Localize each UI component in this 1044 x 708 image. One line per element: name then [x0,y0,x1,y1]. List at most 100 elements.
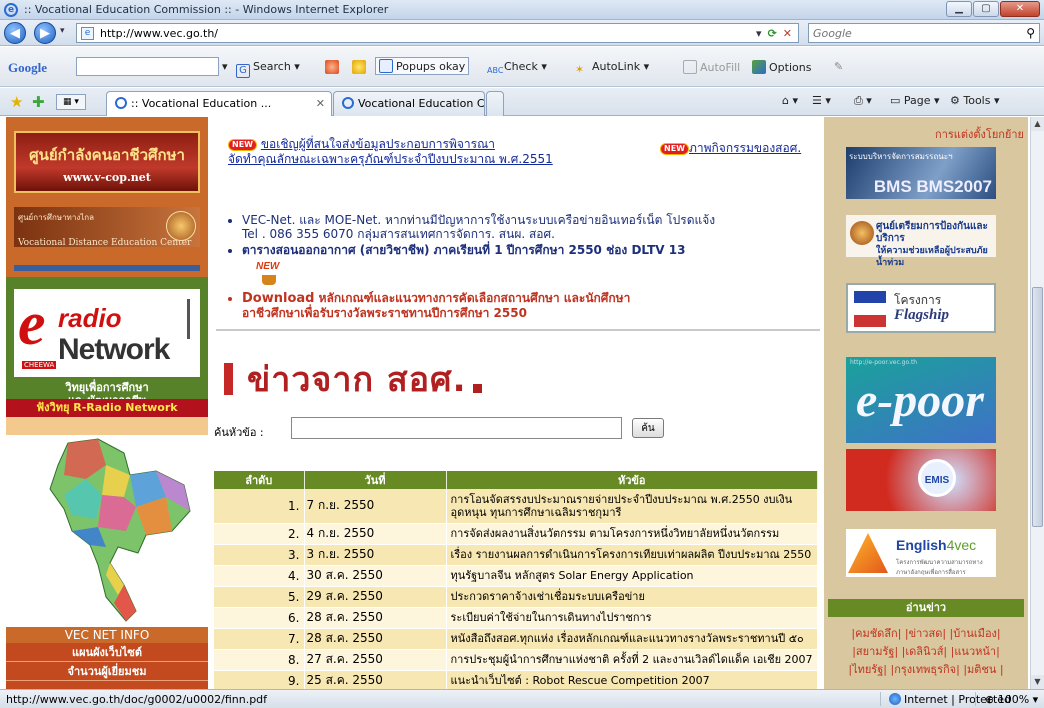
favorites-star-icon[interactable]: ★ [10,93,23,111]
table-row[interactable]: 4. 30 ส.ค. 2550 ทุนรัฐบาลจีน หลักสูตร So… [214,565,818,587]
english4vec-banner[interactable]: English4vec โครงการพัฒนาความสามารถทางภาษ… [846,529,996,577]
activities-link[interactable]: ภาพกิจกรรมของสอศ. [689,141,801,155]
back-button[interactable]: ◀ [4,22,26,44]
list-item: VEC-Net. และ MOE-Net. หากท่านมีปัญหาการใ… [242,213,782,241]
pagerank-icon[interactable] [325,60,342,74]
recent-pages-dropdown-icon[interactable]: ▾ [60,26,65,36]
newspaper-links-row-2[interactable]: |สยามรัฐ| |เดลินิวส์| |แนวหน้า| [824,643,1028,661]
minimize-button[interactable]: ▁ [946,1,972,17]
notice-vecnet: VEC-Net. และ MOE-Net. หากท่านมีปัญหาการใ… [242,213,716,227]
appointments-link[interactable]: การแต่งตั้งโยกย้าย [824,125,1024,143]
new-tab-button[interactable] [486,91,504,116]
options-button[interactable]: Options [752,60,811,74]
emis-banner[interactable]: EMIS [846,449,996,511]
close-button[interactable]: ✕ [1000,1,1040,17]
row-title[interactable]: ทุนรัฐบาลจีน หลักสูตร Solar Energy Appli… [446,565,818,587]
pencil-icon[interactable]: ✎ [834,60,843,73]
google-search-button[interactable]: G Search ▾ [236,60,300,78]
url-input[interactable] [100,26,757,40]
vdec-banner[interactable]: ศูนย์การศึกษาทางไกล Vocational Distance … [14,207,200,248]
vertical-scrollbar[interactable]: ▲ ▼ [1030,117,1044,689]
radio-network-box[interactable]: e radio Network CHEEWA วิทยุเพื่อการศึกษ… [6,277,208,417]
listen-radio-link[interactable]: ฟังวิทยุ R-Radio Network [6,399,208,417]
search-icon[interactable]: ⚲ [1026,26,1035,40]
scroll-up-icon[interactable]: ▲ [1031,117,1044,131]
topic-search-input[interactable] [291,417,622,439]
table-row[interactable]: 1. 7 ก.ย. 2550 การโอนจัดสรรงบประมาณรายจ่… [214,489,818,524]
browser-search-box[interactable]: ⚲ [808,23,1040,43]
announcement-link-2[interactable]: จัดทำคุณลักษณะเฉพาะครุภัณฑ์ประจำปีงบประม… [228,152,553,166]
bookmarks-icon[interactable] [352,60,369,74]
scroll-thumb[interactable] [1032,287,1043,527]
url-field[interactable]: e ▾ ⟳ ✕ [76,23,799,43]
topic-search-button[interactable]: ค้น [632,418,664,438]
row-title[interactable]: หนังสือถึงสอศ.ทุกแห่ง เรื่องหลักเกณฑ์และ… [446,628,818,650]
vdec-subtitle: Vocational Distance Education Center [18,238,192,248]
newspaper-links-row-3[interactable]: |ไทยรัฐ| |กรุงเทพธุรกิจ| |มติชน | [824,661,1028,679]
google-logo[interactable]: Google [8,60,47,76]
row-title[interactable]: การประชุมผู้นำการศึกษาแห่งชาติ ครั้งที่ … [446,649,818,671]
quick-tabs-button[interactable]: ▦ ▾ [56,94,86,110]
bms-banner[interactable]: ระบบบริหารจัดการสมรรถนะฯ BMS BMS2007 [846,147,996,199]
notice-criteria[interactable]: หลักเกณฑ์และแนวทางการคัดเลือกสถานศึกษา แ… [319,291,631,305]
home-icon[interactable]: ⌂ ▾ [782,94,798,107]
notice-award[interactable]: อาชีวศึกษาเพื่อรับรางวัลพระราชทานปีการศึ… [242,306,527,320]
autofill-button[interactable]: AutoFill [683,60,740,74]
tab-vec-1[interactable]: :: Vocational Education ... ✕ [106,91,332,116]
google-dropdown-icon[interactable]: ▾ [222,60,228,73]
english4vec-logo-icon [848,533,888,573]
print-icon[interactable]: ⎙ ▾ [854,94,872,108]
list-item[interactable]: ตารางสอนออกอากาศ (สายวิชาชีพ) ภาคเรียนที… [242,243,782,289]
row-title[interactable]: แนะนำเว็บไซต์ : Robot Rescue Competition… [446,670,818,689]
flagship-banner[interactable]: โครงการ Flagship [846,283,996,333]
vcop-banner[interactable]: ศูนย์กำลังคนอาชีวศึกษา www.v-cop.net [14,131,200,193]
newspaper-links-row-1[interactable]: |คมชัดลึก| |ข่าวสด| |บ้านเมือง| [824,625,1028,643]
announcement-link-1[interactable]: ขอเชิญผู้ที่สนใจส่งข้อมูลประกอบการพิจารณ… [261,137,495,151]
row-title[interactable]: ระเบียบค่าใช้จ่ายในการเดินทางไปราชการ [446,607,818,629]
download-word[interactable]: Download [242,291,314,306]
row-title[interactable]: ประกวดราคาจ้างเช่าเชื่อมระบบเครือข่าย [446,586,818,608]
radio-network-logo[interactable]: e radio Network CHEEWA [14,289,200,377]
feeds-icon[interactable]: ☰ ▾ [812,94,831,107]
table-row[interactable]: 8. 27 ส.ค. 2550 การประชุมผู้นำการศึกษาแห… [214,649,818,671]
row-title[interactable]: การโอนจัดสรรงบประมาณรายจ่ายประจำปีงบประม… [446,489,818,524]
visitor-count-link[interactable]: จำนวนผู้เยี่ยมชม [6,662,208,681]
url-dropdown-icon[interactable]: ▾ [756,27,762,40]
autofill-icon [683,60,697,74]
scroll-down-icon[interactable]: ▼ [1031,675,1044,689]
google-search-input[interactable] [76,57,219,76]
list-item[interactable]: Download หลักเกณฑ์และแนวทางการคัดเลือกสถ… [242,291,782,320]
add-favorite-icon[interactable]: ✚ [32,93,45,111]
zoom-level[interactable]: ⊕ 100% ▾ [985,693,1038,706]
tab-vec-2[interactable]: Vocational Education Com... [333,91,485,116]
row-number: 6. [214,607,305,629]
thailand-map[interactable] [6,435,208,627]
forward-button[interactable]: ▶ [34,22,56,44]
network-word: Network [58,333,170,366]
table-row[interactable]: 3. 3 ก.ย. 2550 เรื่อง รายงานผลการดำเนินก… [214,544,818,566]
close-tab-icon[interactable]: ✕ [316,92,325,115]
spell-check-button[interactable]: ABCCheck ▾ [487,60,547,80]
stop-icon[interactable]: ✕ [783,27,792,40]
table-row[interactable]: 5. 29 ส.ค. 2550 ประกวดราคาจ้างเช่าเชื่อม… [214,586,818,608]
row-title[interactable]: เรื่อง รายงานผลการดำเนินการโครงการเทียบเ… [446,544,818,566]
new-flower-icon: NEW [256,261,286,289]
table-row[interactable]: 9. 25 ส.ค. 2550 แนะนำเว็บไซต์ : Robot Re… [214,670,818,689]
browser-search-input[interactable] [813,26,1027,40]
row-date: 7 ก.ย. 2550 [304,489,447,524]
notice-dltv[interactable]: ตารางสอนออกอากาศ (สายวิชาชีพ) ภาคเรียนที… [242,243,685,257]
tools-menu[interactable]: ⚙ Tools ▾ [950,94,1000,107]
table-row[interactable]: 7. 28 ส.ค. 2550 หนังสือถึงสอศ.ทุกแห่ง เร… [214,628,818,650]
topic-search: ค้นหัวข้อ : ค้น [214,417,674,441]
table-row[interactable]: 2. 4 ก.ย. 2550 การจัดส่งผลงานสิ่งนวัตกรร… [214,523,818,545]
maximize-button[interactable]: ▢ [973,1,999,17]
row-title[interactable]: การจัดส่งผลงานสิ่งนวัตกรรม ตามโครงการหนึ… [446,523,818,545]
page-menu[interactable]: ▭ Page ▾ [890,94,940,107]
sitemap-link[interactable]: แผนผังเว็บไซต์ [6,643,208,662]
popups-button[interactable]: Popups okay [375,57,470,75]
refresh-icon[interactable]: ⟳ [768,27,777,40]
autolink-button[interactable]: ✶ AutoLink ▾ [575,60,649,77]
epoor-banner[interactable]: http://e-poor.vec.go.th e-poor [846,357,996,443]
flood-center-banner[interactable]: ศูนย์เตรียมการป้องกันและบริการ ให้ความช่… [846,215,996,268]
table-row[interactable]: 6. 28 ส.ค. 2550 ระเบียบค่าใช้จ่ายในการเด… [214,607,818,629]
